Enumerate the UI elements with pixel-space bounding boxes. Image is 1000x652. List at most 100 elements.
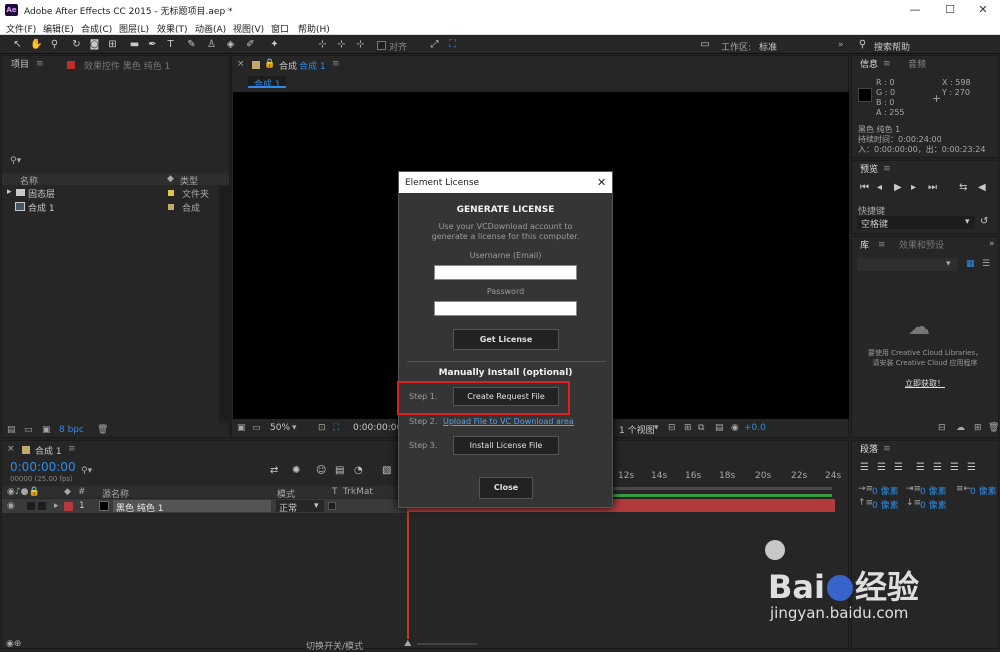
search-help-input[interactable]: 搜索帮助	[874, 40, 910, 53]
tab-audio[interactable]: 音频	[908, 57, 926, 73]
tab-preview[interactable]: 预览	[860, 162, 878, 178]
reset-icon[interactable]: ↺	[980, 216, 988, 227]
timeline-search-input[interactable]: ⚲▾	[79, 465, 184, 478]
indent-left-value[interactable]: 0 像素	[872, 484, 899, 497]
menu-layer[interactable]: 图层(L)	[119, 22, 149, 35]
draft-3d-icon[interactable]: ✺	[292, 465, 300, 476]
always-preview-icon[interactable]: ▣	[237, 423, 246, 433]
space-before-value[interactable]: 0 像素	[872, 498, 899, 511]
menu-animation[interactable]: 动画(A)	[195, 22, 226, 35]
password-input[interactable]	[434, 301, 577, 316]
menu-composition[interactable]: 合成(C)	[81, 22, 112, 35]
axis-local-icon[interactable]: ⊹	[316, 38, 329, 51]
flowchart-icon[interactable]: ⧉	[698, 423, 704, 433]
clone-stamp-tool-icon[interactable]: ♙	[205, 38, 218, 51]
eraser-tool-icon[interactable]: ◈	[224, 38, 237, 51]
play-icon[interactable]: ▶	[894, 182, 902, 193]
comp-timecode[interactable]: 0:00:00:00	[353, 423, 402, 433]
label-column-icon[interactable]: ◆	[64, 487, 71, 497]
work-area-bar[interactable]	[612, 487, 832, 490]
comp-mini-flowchart-icon[interactable]: ⇄	[270, 465, 278, 476]
solo-toggle[interactable]	[38, 502, 46, 510]
loop-icon[interactable]: ⇆	[959, 182, 967, 193]
shortcut-select[interactable]: 空格键 ▾	[857, 216, 975, 230]
selection-tool-icon[interactable]: ↖	[11, 38, 24, 51]
zoom-select[interactable]: 50%	[270, 423, 290, 433]
close-tab-icon[interactable]: ×	[7, 444, 15, 454]
toggle-switches-icon[interactable]: ◉⊕	[6, 639, 21, 649]
close-tab-icon[interactable]: ×	[237, 59, 245, 69]
close-window-button[interactable]: ✕	[968, 2, 998, 18]
minimize-button[interactable]: —	[900, 2, 930, 18]
menu-window[interactable]: 窗口	[271, 22, 289, 35]
pan-behind-tool-icon[interactable]: ⊞	[106, 38, 119, 51]
trash-icon[interactable]: 🗑	[97, 425, 108, 435]
menu-effect[interactable]: 效果(T)	[157, 22, 188, 35]
expand-arrow-icon[interactable]: ▸	[54, 501, 59, 511]
panel-menu-icon[interactable]: ≡	[883, 444, 891, 454]
username-input[interactable]	[434, 265, 577, 280]
column-trkmat[interactable]: TrkMat	[343, 487, 373, 497]
timeline-icon[interactable]: ▤	[715, 423, 724, 433]
composition-subtab[interactable]: 合成 1	[248, 76, 286, 90]
region-icon[interactable]: ⊡	[318, 423, 326, 433]
zoom-dropdown-icon[interactable]: ▾	[292, 423, 297, 433]
justify-right-icon[interactable]: ☰	[950, 462, 959, 473]
transparency-grid-icon[interactable]: ⛶	[333, 423, 339, 433]
maximize-button[interactable]: ☐	[935, 2, 965, 18]
project-search-icon[interactable]: ⚲▾	[10, 156, 21, 166]
view-layout-select[interactable]: 1 个视图	[619, 423, 655, 436]
visibility-icon[interactable]: ◉	[7, 501, 15, 511]
layer-name-field[interactable]: 黑色 纯色 1	[113, 500, 271, 514]
list-item[interactable]: 合成 1 合成	[2, 200, 229, 214]
new-composition-icon[interactable]: ▣	[42, 425, 51, 435]
workspace-menu-icon[interactable]: »	[838, 40, 844, 50]
tab-paragraph[interactable]: 段落	[860, 442, 878, 458]
tab-timeline[interactable]: 合成 1	[35, 444, 62, 457]
first-frame-icon[interactable]: ⏮	[860, 182, 869, 193]
tab-effect-controls[interactable]: 效果控件 黑色 纯色 1	[84, 59, 170, 72]
project-scrollbar[interactable]	[219, 186, 229, 423]
layer-mode-select[interactable]: 正常 ▾	[276, 500, 324, 514]
workspace-icon[interactable]: ▭	[697, 38, 713, 51]
view-dropdown-icon[interactable]: ▾	[654, 423, 659, 433]
preserve-transparency-toggle[interactable]	[328, 502, 336, 510]
align-center-icon[interactable]: ☰	[877, 462, 886, 473]
get-license-button[interactable]: Get License	[453, 329, 559, 350]
axis-view-icon[interactable]: ⊹	[354, 38, 367, 51]
audio-toggle[interactable]	[27, 502, 35, 510]
frame-blending-icon[interactable]: ▤	[335, 465, 344, 476]
zoom-tool-icon[interactable]: ⚲	[48, 38, 61, 51]
graph-editor-icon[interactable]: ▧	[382, 465, 391, 476]
axis-world-icon[interactable]: ⊹	[335, 38, 348, 51]
roto-brush-tool-icon[interactable]: ✐	[244, 38, 257, 51]
type-tool-icon[interactable]: T	[164, 38, 177, 51]
exposure-value[interactable]: +0.0	[744, 423, 766, 433]
zoom-slider[interactable]	[417, 643, 477, 645]
list-item[interactable]: ▸ 固态层 文件夹	[2, 186, 229, 200]
label-column-icon[interactable]: ◆	[167, 174, 174, 184]
rotate-tool-icon[interactable]: ↻	[70, 38, 83, 51]
library-select[interactable]: ▾	[857, 258, 957, 271]
dialog-close-icon[interactable]: ✕	[597, 176, 606, 189]
upload-file-link[interactable]: Upload File to VC Download area	[443, 417, 574, 426]
panel-menu-icon[interactable]: ≡	[883, 59, 891, 69]
tab-composition-name[interactable]: 合成 1	[299, 59, 326, 72]
zoom-out-icon[interactable]: ⛰	[404, 639, 412, 649]
cc-sync-icon[interactable]: ☁	[956, 423, 965, 433]
pen-tool-icon[interactable]: ✒	[146, 38, 159, 51]
tab-project[interactable]: 项目	[11, 57, 29, 73]
library-add-icon[interactable]: ⊞	[974, 423, 982, 433]
table-row[interactable]: ◉ ▸ 1 黑色 纯色 1 正常 ▾	[2, 499, 407, 514]
shy-icon[interactable]: ☺	[316, 465, 326, 476]
indent-first-value[interactable]: 0 像素	[920, 484, 947, 497]
interpret-footage-icon[interactable]: ▤	[7, 425, 16, 435]
menu-help[interactable]: 帮助(H)	[298, 22, 330, 35]
create-request-file-button[interactable]: Create Request File	[453, 387, 559, 406]
lock-icon[interactable]: 🔒	[264, 59, 275, 69]
snap-grid-icon[interactable]: ⛶	[446, 38, 459, 51]
exposure-icon[interactable]: ◉	[731, 423, 739, 433]
cc-get-link[interactable]: 立即获取！	[852, 378, 998, 389]
brush-tool-icon[interactable]: ✎	[185, 38, 198, 51]
monitor-icon[interactable]: ▭	[252, 423, 261, 433]
